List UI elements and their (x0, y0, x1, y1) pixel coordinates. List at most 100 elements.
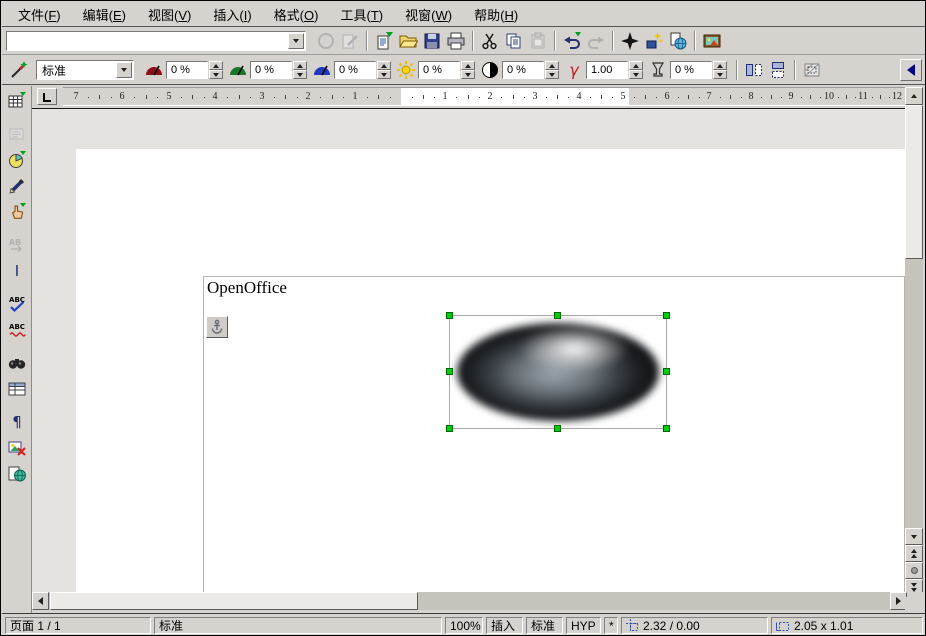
status-template-field[interactable]: 标准 (154, 617, 442, 634)
find-replace-button[interactable] (5, 351, 29, 375)
spin-up-button[interactable] (461, 61, 475, 70)
brightness-spinfield[interactable]: 0 % (418, 61, 475, 79)
gamma-value[interactable]: 1.00 (586, 61, 628, 79)
spin-up-button[interactable] (713, 61, 727, 70)
spin-up-button[interactable] (377, 61, 391, 70)
menu-item-1[interactable]: 编辑(E) (73, 2, 136, 27)
selected-graphic-object[interactable] (450, 316, 666, 428)
selection-handle-se[interactable] (663, 425, 670, 432)
menu-item-3[interactable]: 插入(I) (203, 2, 261, 27)
spin-down-button[interactable] (629, 70, 643, 79)
insert-graphics-button[interactable] (700, 29, 724, 53)
gallery-button[interactable] (642, 29, 666, 53)
status-insert-mode-field[interactable]: 插入 (486, 617, 523, 634)
previous-page-button[interactable] (905, 545, 923, 562)
graphics-filter-button[interactable] (6, 58, 30, 82)
scroll-up-button[interactable] (905, 87, 923, 105)
spin-down-button[interactable] (209, 70, 223, 79)
graphics-on-off-button[interactable] (5, 436, 29, 460)
new-document-button[interactable] (372, 29, 396, 53)
spin-up-button[interactable] (629, 61, 643, 70)
vertical-scrollbar-thumb[interactable] (905, 105, 923, 259)
gamma-spinfield[interactable]: 1.00 (586, 61, 643, 79)
spin-up-button[interactable] (209, 61, 223, 70)
navigation-dot-button[interactable] (905, 562, 923, 579)
form-functions-button[interactable] (5, 200, 29, 224)
save-document-button[interactable] (420, 29, 444, 53)
scroll-left-button[interactable] (32, 592, 49, 610)
filter-style-combobox[interactable]: 标准 (36, 60, 134, 80)
filter-style-dropdown-button[interactable] (116, 62, 132, 78)
draw-functions-button[interactable] (5, 174, 29, 198)
menu-item-4[interactable]: 格式(O) (264, 2, 329, 27)
graphics-attributes-button[interactable] (800, 58, 824, 82)
green-value[interactable]: 0 % (250, 61, 292, 79)
green-spinfield[interactable]: 0 % (250, 61, 307, 79)
status-modified-field[interactable]: * (604, 617, 618, 634)
hide-toolbar-button[interactable] (900, 59, 922, 81)
horizontal-ruler[interactable]: 7654321123456789101112 (63, 87, 907, 106)
vertical-scrollbar[interactable] (905, 87, 923, 597)
data-sources-button[interactable] (5, 377, 29, 401)
url-combobox[interactable] (6, 31, 306, 51)
insert-chart-button[interactable] (5, 148, 29, 172)
menu-item-7[interactable]: 帮助(H) (464, 2, 528, 27)
status-size-field[interactable]: 2.05 x 1.01 (771, 617, 923, 634)
text-frame[interactable]: OpenOffice (203, 276, 905, 592)
selection-handle-n[interactable] (554, 312, 561, 319)
insert-table-button[interactable] (5, 89, 29, 113)
blue-value[interactable]: 0 % (334, 61, 376, 79)
selection-handle-ne[interactable] (663, 312, 670, 319)
selection-handle-e[interactable] (663, 368, 670, 375)
cut-button[interactable] (478, 29, 502, 53)
spin-down-button[interactable] (461, 70, 475, 79)
contrast-value[interactable]: 0 % (502, 61, 544, 79)
horizontal-scrollbar[interactable] (32, 592, 907, 610)
horizontal-scrollbar-thumb[interactable] (50, 592, 418, 610)
selection-handle-s[interactable] (554, 425, 561, 432)
online-layout-button[interactable] (5, 462, 29, 486)
red-value[interactable]: 0 % (166, 61, 208, 79)
spellcheck-button[interactable]: ABC (5, 292, 29, 316)
transparency-spinfield[interactable]: 0 % (670, 61, 727, 79)
anchor-marker[interactable] (206, 316, 228, 338)
undo-button[interactable] (560, 29, 584, 53)
blue-spinfield[interactable]: 0 % (334, 61, 391, 79)
spin-down-button[interactable] (545, 70, 559, 79)
spin-up-button[interactable] (545, 61, 559, 70)
status-position-field[interactable]: 2.32 / 0.00 (621, 617, 768, 634)
open-document-button[interactable] (396, 29, 420, 53)
selection-handle-nw[interactable] (446, 312, 453, 319)
url-combobox-dropdown-button[interactable] (288, 33, 304, 49)
menu-item-2[interactable]: 视图(V) (138, 2, 201, 27)
contrast-spinfield[interactable]: 0 % (502, 61, 559, 79)
spin-down-button[interactable] (713, 70, 727, 79)
spin-down-button[interactable] (377, 70, 391, 79)
status-zoom-field[interactable]: 100% (445, 617, 483, 634)
status-selection-mode-field[interactable]: 标准 (526, 617, 563, 634)
status-page-field[interactable]: 页面 1 / 1 (5, 617, 151, 634)
menu-item-0[interactable]: 文件(F) (8, 2, 71, 27)
status-hyperlink-mode-field[interactable]: HYP (566, 617, 601, 634)
selection-handle-w[interactable] (446, 368, 453, 375)
hyperlink-dialog-button[interactable] (666, 29, 690, 53)
flip-vertical-button[interactable] (766, 58, 790, 82)
print-button[interactable] (444, 29, 468, 53)
spin-up-button[interactable] (293, 61, 307, 70)
scroll-down-button[interactable] (905, 528, 923, 545)
formatting-marks-button[interactable]: ¶ (5, 410, 29, 434)
menu-item-5[interactable]: 工具(T) (330, 2, 393, 27)
copy-button[interactable] (502, 29, 526, 53)
menu-item-6[interactable]: 视窗(W) (395, 2, 462, 27)
direct-cursor-button[interactable]: I (5, 259, 29, 283)
selection-handle-sw[interactable] (446, 425, 453, 432)
transparency-value[interactable]: 0 % (670, 61, 712, 79)
filter-style-value[interactable]: 标准 (37, 62, 115, 79)
tab-stop-type-selector[interactable] (37, 88, 57, 105)
brightness-value[interactable]: 0 % (418, 61, 460, 79)
flip-horizontal-button[interactable] (742, 58, 766, 82)
auto-spellcheck-button[interactable]: ABC (5, 318, 29, 342)
spin-down-button[interactable] (293, 70, 307, 79)
navigator-button[interactable] (618, 29, 642, 53)
red-spinfield[interactable]: 0 % (166, 61, 223, 79)
